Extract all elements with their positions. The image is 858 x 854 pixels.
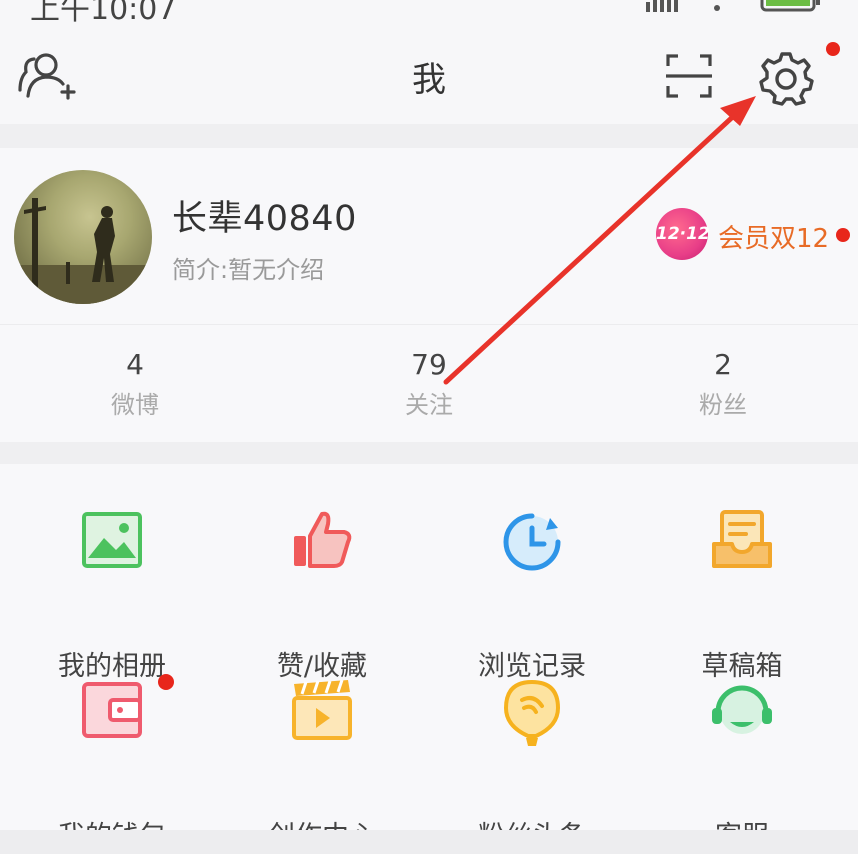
menu-my-album[interactable]: 我的相册 [12, 508, 212, 682]
menu-browse-history[interactable]: 浏览记录 [432, 508, 632, 682]
menu-creator-center[interactable]: 创作中心 [222, 678, 422, 852]
vip-logo: 12·12 [656, 208, 710, 260]
status-time: 上午10:07 [30, 0, 177, 22]
stat-weibo-label: 微博 [111, 391, 159, 419]
top-bar: 我 [0, 22, 858, 124]
clapperboard-icon [292, 679, 352, 740]
gear-icon [759, 52, 814, 106]
settings-notification-dot [826, 42, 840, 56]
history-clock-icon [503, 513, 561, 571]
scan-button[interactable] [664, 52, 714, 100]
vip-badge-text: 会员双12 [718, 224, 830, 254]
username[interactable]: 长辈40840 [172, 190, 357, 241]
signal-icon [644, 0, 684, 16]
stat-weibo-count: 4 [126, 348, 144, 381]
wallet-icon [82, 682, 142, 738]
thumbs-up-icon [294, 511, 352, 568]
stat-followers-label: 粉丝 [699, 391, 747, 419]
bio[interactable]: 简介:暂无介绍 [172, 250, 324, 285]
headset-icon [712, 685, 772, 734]
scan-icon [666, 54, 712, 98]
drafts-tray-icon [712, 510, 772, 568]
balloon-icon [503, 679, 561, 746]
settings-button[interactable] [758, 50, 814, 106]
vip-notification-dot [836, 228, 850, 242]
stat-followers-count: 2 [714, 348, 732, 381]
page-title: 我 [412, 60, 446, 100]
avatar[interactable] [14, 170, 152, 304]
wallet-notification-dot [158, 674, 174, 690]
divider [0, 324, 858, 325]
stat-following-count: 79 [411, 348, 447, 381]
photo-album-icon [82, 512, 142, 568]
menu-fans-headline[interactable]: 粉丝头条 [432, 678, 632, 852]
wifi-icon [700, 0, 734, 16]
menu-my-wallet[interactable]: 我的钱包 [12, 678, 212, 852]
stat-following[interactable]: 79 关注 [354, 348, 504, 420]
status-bar: 上午10:07 [0, 0, 858, 22]
battery-icon [760, 0, 824, 16]
menu-likes-favorites[interactable]: 赞/收藏 [222, 508, 422, 682]
profile-card: 长辈40840 简介:暂无介绍 12·12 会员双12 4 微博 79 关注 2… [0, 148, 858, 442]
stat-following-label: 关注 [405, 391, 453, 419]
bottom-strip [0, 830, 858, 854]
menu-grid: 我的相册 赞/收藏 浏览记录 草稿箱 我的钱包 [0, 464, 858, 852]
vip-promo-badge[interactable]: 12·12 会员双12 [656, 208, 846, 260]
stat-weibo[interactable]: 4 微博 [60, 348, 210, 420]
stat-followers[interactable]: 2 粉丝 [648, 348, 798, 420]
avatar-image [14, 170, 152, 304]
menu-drafts[interactable]: 草稿箱 [642, 508, 842, 682]
menu-customer-service[interactable]: 客服 [642, 678, 842, 852]
